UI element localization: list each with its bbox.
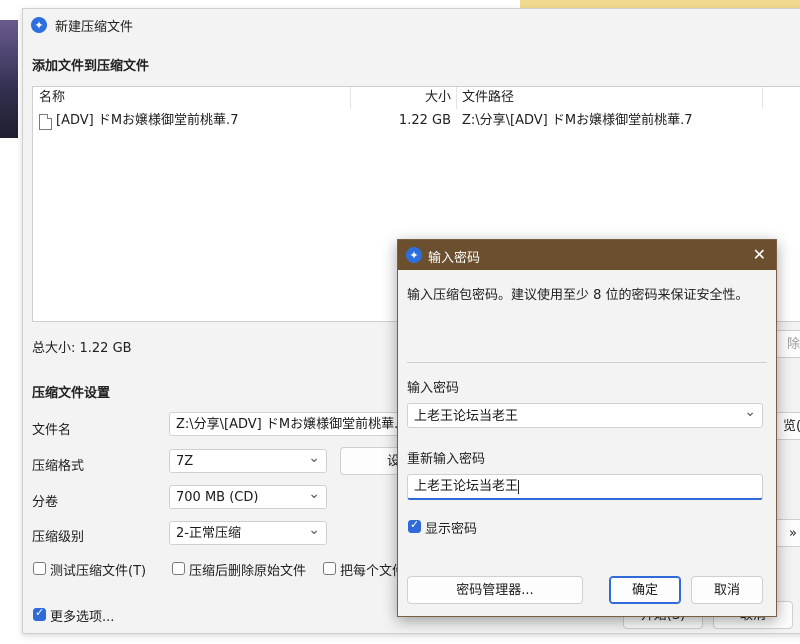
split-label: 分卷 [32, 495, 59, 510]
filename-input[interactable]: Z:\分享\[ADV] ドMお嬢様御堂前桃華.7z [169, 412, 399, 436]
each-file-checkbox[interactable] [323, 562, 336, 575]
format-label: 压缩格式 [32, 459, 85, 474]
test-archive-checkbox[interactable] [33, 562, 46, 575]
delete-after-label[interactable]: 压缩后删除原始文件 [189, 560, 306, 579]
total-size-text: 总大小: 1.22 GB [32, 341, 132, 356]
column-separator[interactable] [762, 87, 763, 109]
filename-label: 文件名 [32, 423, 72, 438]
level-label: 压缩级别 [32, 530, 85, 545]
password-input[interactable]: 上老王论坛当老王 [407, 403, 763, 428]
window-title: 新建压缩文件 [55, 20, 134, 35]
app-icon: ✦ [31, 17, 47, 33]
confirm-password-label: 重新输入密码 [407, 452, 486, 467]
delete-after-checkbox[interactable] [172, 562, 185, 575]
password-dialog: ✦ 输入密码 ✕ 输入压缩包密码。建议使用至少 8 位的密码来保证安全性。 输入… [397, 239, 777, 617]
each-file-label[interactable]: 把每个文件 [340, 560, 405, 579]
background-top-strip [520, 0, 800, 8]
dialog-divider [407, 362, 767, 363]
background-thumbnail [0, 20, 18, 138]
more-options-checkbox[interactable] [33, 606, 46, 621]
level-select[interactable]: 2-正常压缩 [169, 521, 327, 545]
file-name-cell[interactable]: [ADV] ドMお嬢様御堂前桃華.7 [56, 111, 238, 131]
dialog-cancel-button[interactable]: 取消 [691, 576, 763, 604]
password-label: 输入密码 [407, 381, 460, 396]
confirm-password-text: 上老王论坛当老王 [414, 479, 519, 494]
text-cursor [518, 479, 520, 494]
more-options-label[interactable]: 更多选项... [50, 606, 114, 625]
background-left-strip [0, 0, 22, 644]
dialog-title: 输入密码 [428, 251, 481, 266]
show-password-checkbox[interactable] [408, 518, 421, 533]
dialog-description: 输入压缩包密码。建议使用至少 8 位的密码来保证安全性。 [407, 288, 749, 303]
dialog-titlebar: ✦ 输入密码 ✕ [398, 240, 776, 270]
close-icon[interactable]: ✕ [753, 245, 766, 264]
split-select[interactable]: 700 MB (CD) [169, 485, 327, 509]
confirm-password-input[interactable]: 上老王论坛当老王 [407, 474, 763, 500]
file-size-cell[interactable]: 1.22 GB [373, 111, 451, 131]
add-files-heading: 添加文件到压缩文件 [32, 59, 150, 74]
ok-button[interactable]: 确定 [609, 576, 681, 604]
format-select[interactable]: 7Z [169, 449, 327, 473]
file-path-cell[interactable]: Z:\分享\[ADV] ドMお嬢様御堂前桃華.7 [462, 111, 693, 131]
app-icon: ✦ [406, 247, 422, 263]
column-header-path[interactable]: 文件路径 [462, 87, 514, 109]
file-icon [39, 114, 52, 130]
window-titlebar: ✦ 新建压缩文件 [23, 9, 800, 39]
column-separator[interactable] [350, 87, 351, 109]
more-arrow-button[interactable]: » [773, 519, 800, 547]
column-separator[interactable] [456, 87, 457, 109]
password-manager-button[interactable]: 密码管理器... [407, 576, 583, 604]
show-password-label[interactable]: 显示密码 [425, 518, 477, 537]
archive-settings-heading: 压缩文件设置 [32, 386, 111, 401]
column-header-size[interactable]: 大小 [419, 87, 451, 109]
test-archive-label[interactable]: 测试压缩文件(T) [50, 560, 146, 579]
column-header-name[interactable]: 名称 [39, 87, 65, 109]
